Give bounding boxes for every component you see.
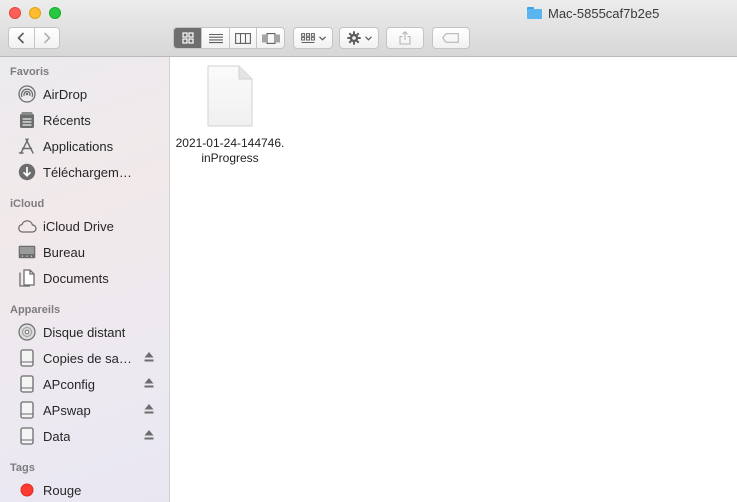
sidebar-item-applications[interactable]: Applications <box>0 134 169 158</box>
sidebar-item-label: Documents <box>43 270 109 286</box>
navigation-buttons <box>8 27 60 49</box>
forward-button[interactable] <box>33 28 59 48</box>
applications-icon <box>16 136 38 156</box>
sidebar-item-label: AirDrop <box>43 86 88 102</box>
airdrop-icon <box>16 84 38 104</box>
sidebar-item-label: iCloud Drive <box>43 218 114 234</box>
view-mode-switcher <box>173 27 285 49</box>
minimize-window-button[interactable] <box>29 7 41 19</box>
disc-icon <box>16 322 38 342</box>
red-tag-icon <box>16 480 38 500</box>
tag-button[interactable] <box>432 27 470 49</box>
file-item[interactable]: 2021-01-24-144746.inProgress <box>175 65 285 175</box>
tag-icon <box>442 33 459 43</box>
sidebar-section-devices: Appareils <box>10 304 61 316</box>
eject-icon[interactable] <box>144 377 154 389</box>
column-view-button[interactable] <box>228 28 257 48</box>
documents-icon <box>16 268 38 288</box>
group-icon <box>300 32 315 43</box>
file-browser-content[interactable]: 2021-01-24-144746.inProgress <box>171 57 737 502</box>
sidebar-item-apconfig[interactable]: APconfig <box>0 372 169 396</box>
sidebar: Favoris AirDrop Récents Applications Tél… <box>0 57 170 502</box>
sidebar-item-downloads[interactable]: Téléchargements <box>0 160 169 184</box>
window-toolbar: Mac-5855caf7b2e5 <box>0 0 737 57</box>
chevron-left-icon <box>17 32 25 44</box>
file-name: 2021-01-24-144746.inProgress <box>175 136 285 165</box>
sidebar-item-documents[interactable]: Documents <box>0 266 169 290</box>
sidebar-item-recents[interactable]: Récents <box>0 108 169 132</box>
downloads-icon <box>16 162 38 182</box>
back-button[interactable] <box>9 28 34 48</box>
sidebar-item-label: Téléchargements <box>43 164 135 180</box>
zoom-window-button[interactable] <box>49 7 61 19</box>
sidebar-item-label: Disque distant <box>43 324 126 340</box>
arrange-menu-button[interactable] <box>293 27 333 49</box>
eject-icon[interactable] <box>144 351 154 363</box>
desktop-icon <box>16 242 38 262</box>
sidebar-item-label: Applications <box>43 138 114 154</box>
sidebar-item-label: Copies de sauvegarde <box>43 350 135 366</box>
eject-icon[interactable] <box>144 403 154 415</box>
list-view-button[interactable] <box>201 28 229 48</box>
gallery-view-icon <box>262 32 280 44</box>
gear-icon <box>346 31 361 45</box>
sidebar-item-label: Récents <box>43 112 91 128</box>
sidebar-item-remote-disc[interactable]: Disque distant <box>0 320 169 344</box>
window-title: Mac-5855caf7b2e5 <box>527 4 659 22</box>
folder-icon <box>527 7 542 19</box>
column-view-icon <box>235 32 252 44</box>
share-button[interactable] <box>386 27 424 49</box>
sidebar-section-favorites: Favoris <box>10 66 50 78</box>
sidebar-item-desktop[interactable]: Bureau <box>0 240 169 264</box>
sidebar-item-label: Bureau <box>43 244 85 260</box>
gallery-view-button[interactable] <box>256 28 284 48</box>
sidebar-section-icloud: iCloud <box>10 198 45 210</box>
sidebar-item-data[interactable]: Data <box>0 424 169 448</box>
sidebar-item-apswap[interactable]: APswap <box>0 398 169 422</box>
cloud-icon <box>16 216 38 236</box>
sidebar-item-backups[interactable]: Copies de sauvegarde <box>0 346 169 370</box>
sidebar-section-tags: Tags <box>10 462 35 474</box>
chevron-right-icon <box>43 32 51 44</box>
sidebar-item-label: APswap <box>43 402 91 418</box>
share-icon <box>399 31 411 45</box>
sidebar-item-label: Data <box>43 428 71 444</box>
close-window-button[interactable] <box>9 7 21 19</box>
eject-icon[interactable] <box>144 429 154 441</box>
icon-view-icon <box>182 32 194 44</box>
drive-icon <box>16 348 38 368</box>
drive-icon <box>16 400 38 420</box>
recents-icon <box>16 110 38 130</box>
chevron-down-icon <box>364 35 372 41</box>
drive-icon <box>16 426 38 446</box>
action-menu-button[interactable] <box>339 27 379 49</box>
sidebar-item-airdrop[interactable]: AirDrop <box>0 82 169 106</box>
sidebar-item-label: APconfig <box>43 376 96 392</box>
sidebar-item-label: Rouge <box>43 482 82 498</box>
list-view-icon <box>208 33 223 43</box>
window-title-text: Mac-5855caf7b2e5 <box>548 5 660 21</box>
sidebar-item-tag-red[interactable]: Rouge <box>0 478 169 502</box>
chevron-down-icon <box>318 35 326 41</box>
drive-icon <box>16 374 38 394</box>
document-icon <box>207 65 253 127</box>
icon-view-button[interactable] <box>174 28 202 48</box>
sidebar-item-icloud-drive[interactable]: iCloud Drive <box>0 214 169 238</box>
